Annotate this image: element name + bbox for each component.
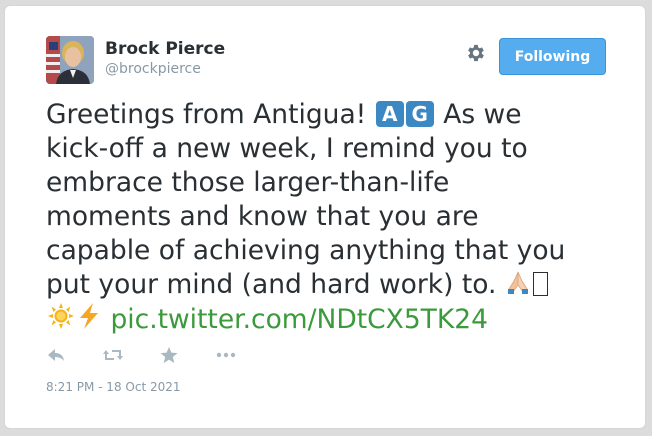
star-icon[interactable] (159, 346, 183, 366)
author-name[interactable]: Brock Pierce (105, 39, 225, 59)
following-button[interactable]: Following (499, 38, 606, 75)
tweet-line-7: pic.twitter.com/NDtCX5TK24 (46, 302, 626, 336)
tweet-line-4: moments and know that you are (46, 201, 479, 232)
retweet-icon[interactable] (102, 346, 126, 366)
flag-antigua-icon: G (405, 101, 434, 127)
tweet-timestamp[interactable]: 8:21 PM - 18 Oct 2021 (46, 380, 181, 394)
reply-icon[interactable] (46, 346, 70, 366)
tweet-line-2: kick-off a new week, I remind you to (46, 133, 528, 164)
flag-letter: A (382, 102, 398, 126)
tweet-line-6: put your mind (and hard work) to. (46, 268, 626, 302)
avatar-image (46, 36, 94, 84)
lightning-icon (76, 302, 102, 339)
sun-icon (46, 302, 76, 339)
missing-glyph-icon (532, 272, 548, 296)
tweet-line-5: capable of achieving anything that you (46, 235, 566, 266)
tweet-text-part: put your mind (and hard work) to. (46, 269, 497, 300)
tweet-line-1: Greetings from Antigua! AG As we (46, 98, 626, 132)
tweet-text-part: As we (443, 99, 522, 130)
more-icon[interactable] (215, 346, 239, 366)
tweet-text-part: Greetings from Antigua! (46, 99, 367, 130)
tweet-link[interactable]: pic.twitter.com/NDtCX5TK24 (110, 304, 488, 335)
tweet-line-3: embrace those larger-than-life (46, 167, 450, 198)
praying-hands-icon (505, 269, 531, 304)
author-handle[interactable]: @brockpierce (105, 61, 201, 77)
flag-letter: G (411, 102, 428, 126)
tweet-text: Greetings from Antigua! AG As we kick-of… (46, 98, 626, 336)
tweet-card: Brock Pierce @brockpierce Following Gree… (4, 5, 646, 429)
gear-icon[interactable] (465, 42, 487, 64)
flag-antigua-icon: A (375, 101, 404, 127)
avatar[interactable] (46, 36, 94, 84)
